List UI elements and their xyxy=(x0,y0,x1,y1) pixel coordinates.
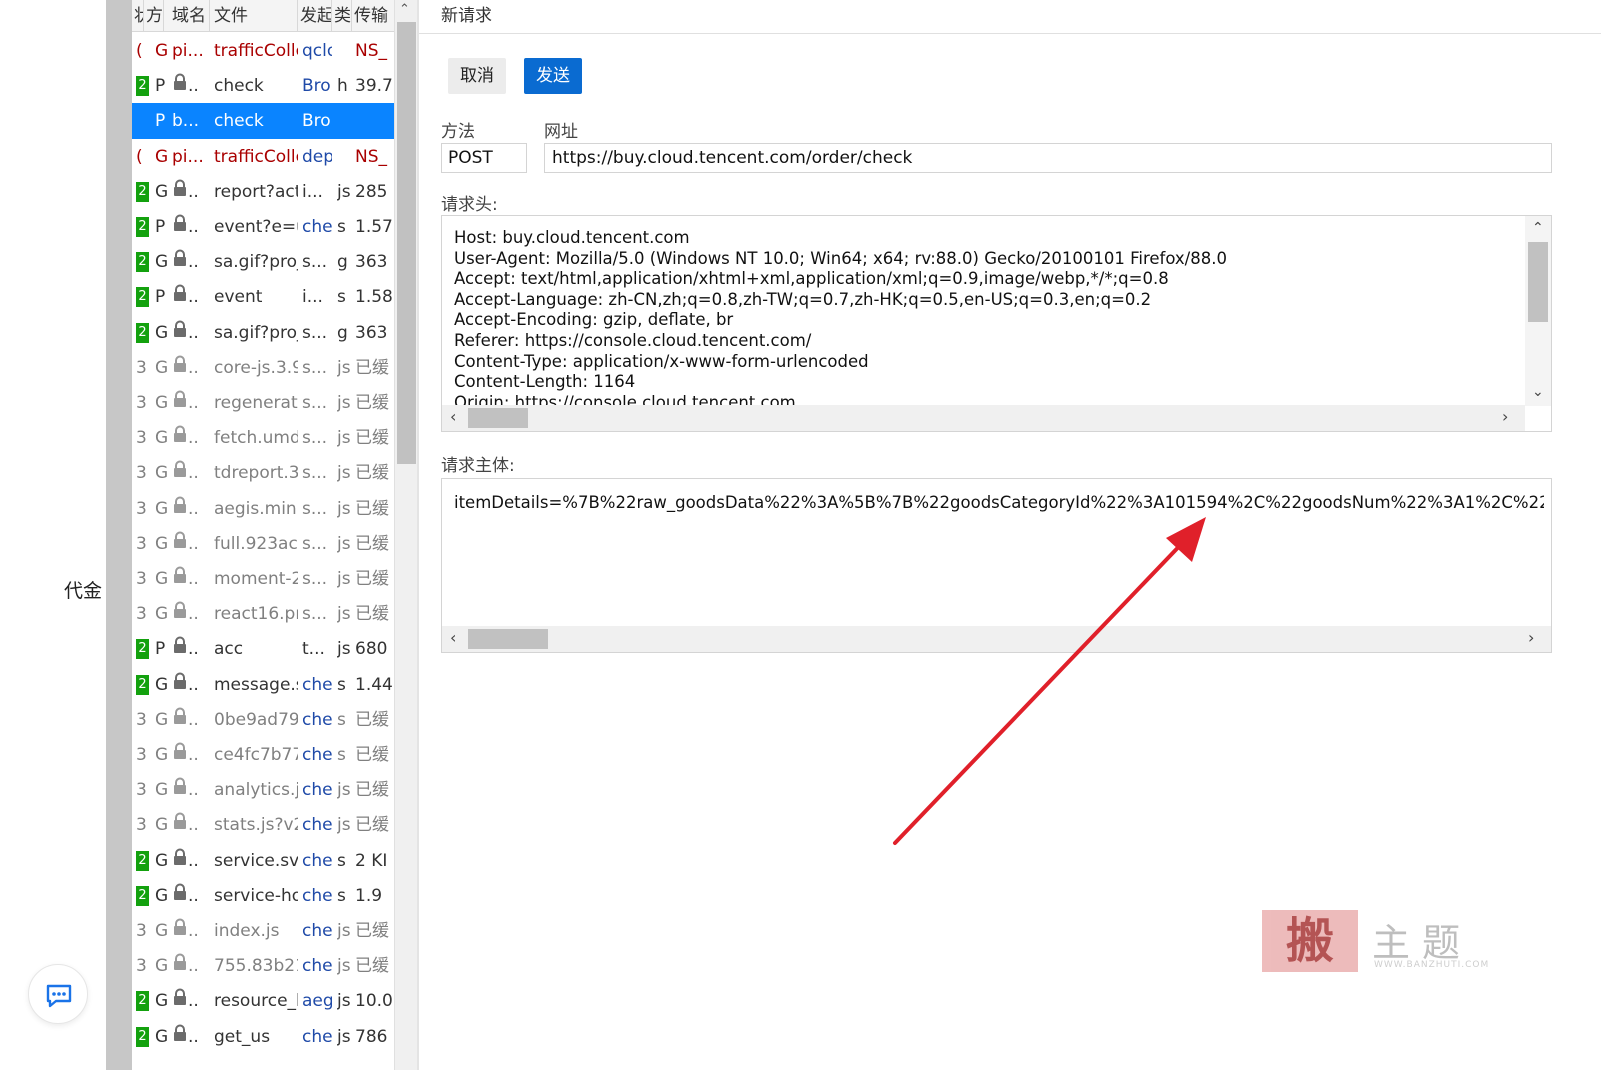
watermark-url: WWW.BANZHUTI.COM xyxy=(1374,960,1490,970)
watermark-logo: 搬 主题 WWW.BANZHUTI.COM xyxy=(1262,908,1492,976)
watermark-text: 主题 xyxy=(1372,921,1473,965)
screen: 代金 状 方 域名 文件 发起 类型 传输 (Gpi...trafficColl… xyxy=(0,0,1601,1070)
watermark-seal: 搬 xyxy=(1262,910,1358,972)
